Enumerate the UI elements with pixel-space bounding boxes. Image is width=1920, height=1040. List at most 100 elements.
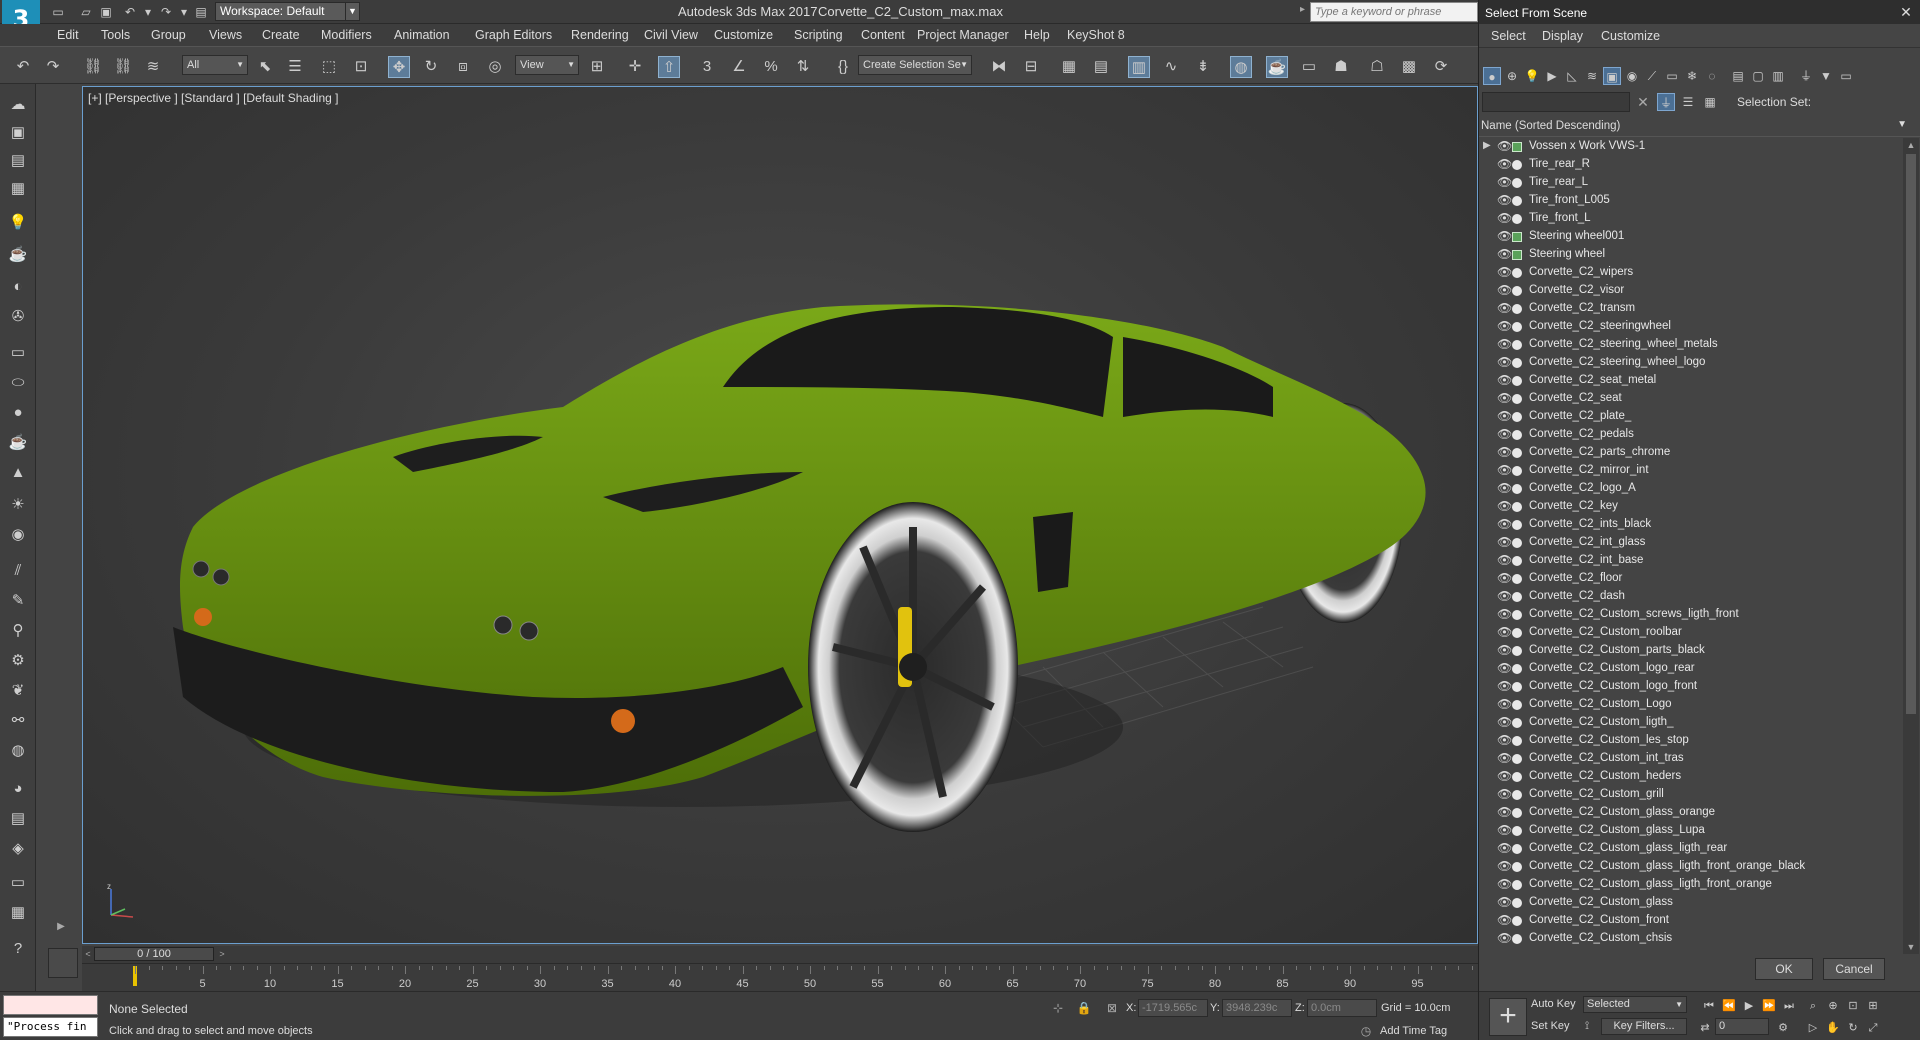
visibility-eye-icon[interactable]: 👁 [1497,841,1512,855]
list-item[interactable]: 👁 Corvette_C2_Custom_logo_front [1479,678,1903,696]
close-icon[interactable]: ✕ [1897,3,1915,21]
time-config-icon[interactable]: ⚙ [1775,1020,1791,1036]
project-folder-icon[interactable]: ▤ [193,4,209,20]
visibility-eye-icon[interactable]: 👁 [1497,409,1512,423]
visibility-eye-icon[interactable]: 👁 [1497,913,1512,927]
list-item[interactable]: 👁 Corvette_C2_Custom_glass_ligth_front_or… [1479,858,1903,876]
visibility-eye-icon[interactable]: 👁 [1497,607,1512,621]
visibility-eye-icon[interactable]: 👁 [1497,481,1512,495]
list-item[interactable]: 👁 Corvette_C2_Custom_Logo [1479,696,1903,714]
list-item[interactable]: 👁 Steering wheel001 [1479,228,1903,246]
move-icon[interactable]: ✥ [388,56,410,78]
expand-arrow-icon[interactable]: ▶ [1483,140,1491,151]
list-item[interactable]: 👁 Corvette_C2_steering_wheel_logo [1479,354,1903,372]
scene-states-icon[interactable]: ◈ [7,838,29,860]
hair-fur-icon[interactable]: ⚯ [7,710,29,732]
key-filters-button[interactable]: Key Filters... [1601,1018,1687,1035]
link-icon[interactable]: ⛓ [82,56,104,78]
key-mode-icon[interactable]: ⟟ [1579,1018,1595,1034]
add-time-tag[interactable]: Add Time Tag [1380,1025,1447,1037]
viewport-config-icon[interactable]: ▦ [7,902,29,924]
list-item[interactable]: 👁 Corvette_C2_Custom_logo_rear [1479,660,1903,678]
angle-snap-icon[interactable]: ∠ [728,56,750,78]
previous-frame-icon[interactable]: ⏪ [1721,998,1737,1014]
display-containers-icon[interactable]: ▭ [1663,67,1681,85]
dialog-menu-select[interactable]: Select [1491,29,1526,43]
rendered-frame-window-icon[interactable]: ▭ [1298,56,1320,78]
render-iterative-icon[interactable]: ☖ [1366,56,1388,78]
list-item[interactable]: 👁 Corvette_C2_int_base [1479,552,1903,570]
modify-panel-icon[interactable]: ▣ [7,122,29,144]
a360-gallery-icon[interactable]: ⟳ [1430,56,1452,78]
filter-toggle-icon[interactable]: ⏚ [1657,93,1675,111]
maxscript-output[interactable]: "Process fin [3,1017,98,1037]
visibility-eye-icon[interactable]: 👁 [1497,859,1512,873]
spinner-snap-icon[interactable]: ⇅ [792,56,814,78]
percent-snap-icon[interactable]: % [760,56,782,78]
list-item[interactable]: 👁 Tire_front_L [1479,210,1903,228]
display-shapes-icon[interactable]: ⊕ [1503,67,1521,85]
list-item[interactable]: 👁 Corvette_C2_ints_black [1479,516,1903,534]
invert-display-icon[interactable]: ▥ [1769,67,1787,85]
list-item[interactable]: 👁 Steering wheel [1479,246,1903,264]
select-by-name-icon[interactable]: ☰ [284,56,306,78]
schematic-view-icon[interactable]: ⇟ [1192,56,1214,78]
menu-rendering[interactable]: Rendering [571,28,629,42]
list-item[interactable]: 👁 Corvette_C2_steering_wheel_metals [1479,336,1903,354]
geosphere-icon[interactable]: ● [7,402,29,424]
named-selection-dropdown[interactable]: Create Selection Se ▼ [858,55,972,75]
list-item[interactable]: 👁 Corvette_C2_transm [1479,300,1903,318]
zoom-icon[interactable]: ⌕ [1805,998,1821,1014]
visibility-eye-icon[interactable]: 👁 [1497,391,1512,405]
film-reel-icon[interactable]: ✇ [7,306,29,328]
z-coordinate-field[interactable]: 0.0cm [1307,999,1377,1017]
dialog-title-bar[interactable]: Select From Scene ✕ [1479,0,1920,24]
list-item[interactable]: 👁 Corvette_C2_Custom_front [1479,912,1903,930]
selection-filter-dropdown[interactable]: All ▼ [182,55,248,75]
list-item[interactable]: 👁 Corvette_C2_Custom_screws_ligth_front [1479,606,1903,624]
list-item[interactable]: 👁 Tire_front_L005 [1479,192,1903,210]
list-item[interactable]: 👁 Corvette_C2_Custom_ligth_ [1479,714,1903,732]
visibility-eye-icon[interactable]: 👁 [1497,823,1512,837]
visibility-eye-icon[interactable]: 👁 [1497,193,1512,207]
field-of-view-icon[interactable]: ▷ [1805,1020,1821,1036]
sort-desc-icon[interactable]: ▼ [1897,119,1907,130]
list-item[interactable]: 👁 Corvette_C2_Custom_glass [1479,894,1903,912]
motion-panel-icon[interactable]: ▦ [7,178,29,200]
display-hidden-icon[interactable]: ◌ [1703,67,1721,85]
time-slider-thumb[interactable]: 0 / 100 [94,947,214,961]
redo-icon[interactable]: ↷ [158,4,174,20]
visibility-eye-icon[interactable]: 👁 [1497,751,1512,765]
list-item[interactable]: 👁 Corvette_C2_Custom_roolbar [1479,624,1903,642]
list-item[interactable]: 👁 Corvette_C2_int_glass [1479,534,1903,552]
next-frame-icon[interactable]: ⏩ [1761,998,1777,1014]
list-item[interactable]: 👁 Corvette_C2_visor [1479,282,1903,300]
menu-group[interactable]: Group [151,28,186,42]
list-item[interactable]: 👁 Tire_rear_R [1479,156,1903,174]
hierarchy-panel-icon[interactable]: ▤ [7,150,29,172]
ok-button[interactable]: OK [1755,958,1813,980]
cloth-icon[interactable]: ◍ [7,740,29,762]
render-setup-icon[interactable]: ☕ [1266,56,1288,78]
expand-arrow-icon[interactable]: ▶ [50,916,72,938]
create-panel-icon[interactable]: ☁ [7,94,29,116]
render-in-cloud-icon[interactable]: ▩ [1398,56,1420,78]
scroll-up-icon[interactable]: ▲ [1906,140,1916,150]
list-item[interactable]: 👁 Corvette_C2_mirror_int [1479,462,1903,480]
list-item[interactable]: 👁 Corvette_C2_floor [1479,570,1903,588]
play-icon[interactable]: ▶ [1741,998,1757,1014]
sun-light-icon[interactable]: ☀ [7,494,29,516]
search-input[interactable]: Type a keyword or phrase [1310,2,1478,22]
visibility-eye-icon[interactable]: 👁 [1497,679,1512,693]
undo-icon[interactable]: ↶ [122,4,138,20]
visibility-eye-icon[interactable]: 👁 [1497,229,1512,243]
redo-icon[interactable]: ↷ [42,56,64,78]
cancel-button[interactable]: Cancel [1823,958,1885,980]
time-next-icon[interactable]: > [216,947,228,961]
visibility-eye-icon[interactable]: 👁 [1497,247,1512,261]
display-bones-icon[interactable]: ⟋ [1643,67,1661,85]
key-mode-dropdown[interactable]: Selected ▼ [1583,996,1687,1013]
menu-scripting[interactable]: Scripting [794,28,843,42]
list-item[interactable]: 👁 Corvette_C2_plate_ [1479,408,1903,426]
goto-end-icon[interactable]: ⏭ [1781,998,1797,1014]
